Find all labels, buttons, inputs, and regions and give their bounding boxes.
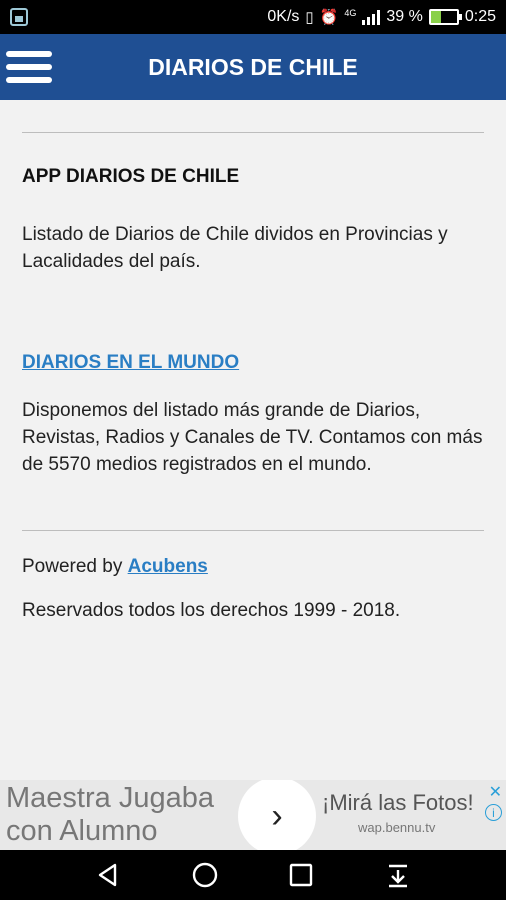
vibrate-icon: ▯: [305, 9, 314, 26]
navigation-bar: [0, 850, 506, 900]
status-right: 0K/s ▯ ⏰ 4G 39 % 0:25: [267, 8, 496, 26]
ad-headline: Maestra Jugaba con Alumno: [6, 782, 214, 847]
powered-by-label: Powered by: [22, 556, 128, 577]
battery-percent: 39 %: [386, 8, 423, 25]
network-speed: 0K/s: [267, 8, 300, 25]
chevron-right-icon: ›: [271, 796, 283, 835]
ad-banner[interactable]: Maestra Jugaba con Alumno › ¡Mirá las Fo…: [0, 780, 506, 850]
network-type: 4G: [344, 8, 357, 18]
image-notification-icon: [10, 8, 28, 26]
status-left: [10, 8, 28, 26]
clock: 0:25: [464, 8, 496, 25]
app-description: Listado de Diarios de Chile dividos en P…: [22, 224, 448, 272]
world-newspapers-link[interactable]: DIARIOS EN EL MUNDO: [22, 352, 239, 374]
app-title: DIARIOS DE CHILE: [148, 53, 358, 80]
notification-pull-icon[interactable]: [383, 860, 413, 890]
home-icon[interactable]: [190, 860, 220, 890]
ad-next-button[interactable]: ›: [238, 780, 316, 850]
app-heading: APP DIARIOS DE CHILE: [22, 166, 240, 187]
world-description: Disponemos del listado más grande de Dia…: [22, 400, 483, 475]
close-icon[interactable]: ✕: [489, 782, 502, 802]
main-content: APP DIARIOS DE CHILE Listado de Diarios …: [22, 100, 484, 622]
rights-notice: Reservados todos los derechos 1999 - 201…: [22, 600, 401, 621]
battery-icon: [428, 9, 462, 25]
divider: [22, 132, 484, 133]
status-bar: 0K/s ▯ ⏰ 4G 39 % 0:25: [0, 0, 506, 34]
acubens-link[interactable]: Acubens: [128, 556, 208, 577]
signal-icon: [362, 9, 381, 25]
alarm-icon: ⏰: [319, 9, 339, 26]
battery-fill: [430, 11, 441, 23]
divider: [22, 530, 484, 531]
ad-domain: wap.bennu.tv: [358, 820, 436, 835]
powered-by: Powered by Acubens: [22, 556, 484, 578]
hamburger-menu-icon[interactable]: [0, 34, 60, 100]
recents-icon[interactable]: [286, 860, 316, 890]
ad-cta: ¡Mirá las Fotos!: [322, 790, 474, 815]
back-icon[interactable]: [93, 860, 123, 890]
info-icon[interactable]: i: [485, 804, 502, 821]
app-bar: DIARIOS DE CHILE: [0, 34, 506, 100]
